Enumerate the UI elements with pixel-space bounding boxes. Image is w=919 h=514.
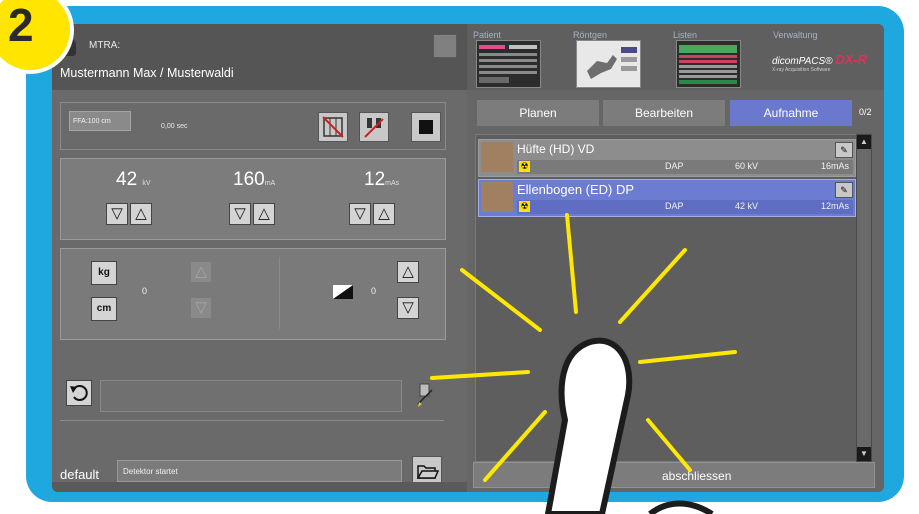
mas-number: 12: [364, 169, 386, 190]
step-number: 2: [8, 0, 34, 51]
weight-button[interactable]: kg: [91, 261, 117, 285]
kv-number: 42: [116, 169, 138, 190]
undo-icon: [70, 385, 88, 401]
exam-item[interactable]: Hüfte (HD) VD ☢ DAP 60 kV 16mAs ✎: [478, 139, 856, 177]
logo-brand-text: DX-R: [835, 52, 868, 67]
tab-thumbnail: [476, 40, 541, 88]
product-logo: dicomPACS® DX-R X-ray Acquisition Softwa…: [772, 52, 867, 73]
exposure-time: 0,00 sec: [161, 123, 188, 130]
profile-label: default: [60, 467, 100, 482]
edit-icon[interactable]: ✎: [835, 142, 853, 158]
message-field: [100, 380, 402, 412]
exposure-panel-inner: FFA:100 cm 0,00 sec 42 kV ▽ △ 160mA ▽ △ …: [60, 102, 446, 470]
tab-thumbnail: [576, 40, 641, 88]
workflow-panel: Planen Bearbeiten Aufnahme 0/2 Hüfte (HD…: [467, 90, 884, 492]
tab-thumbnail: [676, 40, 741, 88]
exam-thumbnail: [481, 142, 513, 172]
exam-item-selected[interactable]: Ellenbogen (ED) DP ☢ DAP 42 kV 12mAs ✎: [478, 179, 856, 217]
tab-label: Verwaltung: [773, 30, 818, 40]
ma-unit: mA: [264, 180, 276, 187]
size-up-button[interactable]: △: [190, 261, 212, 283]
exam-kv: 42 kV: [735, 201, 759, 211]
exam-exposure-info: ☢ DAP 42 kV 12mAs: [517, 200, 853, 214]
tab-bearbeiten[interactable]: Bearbeiten: [603, 100, 725, 126]
tab-patient[interactable]: Patient: [467, 24, 567, 90]
scroll-down-arrow[interactable]: ▼: [857, 447, 871, 461]
exam-mas: 16mAs: [820, 161, 849, 171]
tab-roentgen[interactable]: Röntgen: [567, 24, 667, 90]
divider: [60, 420, 444, 421]
grid-button[interactable]: [318, 112, 348, 142]
radiation-icon: ☢: [519, 161, 530, 172]
logo-small-text: dicomPACS®: [772, 56, 833, 67]
scroll-up-arrow[interactable]: ▲: [857, 135, 871, 149]
exam-counter: 0/2: [859, 107, 872, 117]
size-button[interactable]: cm: [91, 297, 117, 321]
size-down-button[interactable]: ▽: [190, 297, 212, 319]
edit-icon[interactable]: ✎: [835, 182, 853, 198]
density-up-button[interactable]: △: [397, 261, 419, 283]
detector-icon: [364, 118, 384, 138]
exam-mas: 12mAs: [820, 201, 849, 211]
exposure-settings-bar: FFA:100 cm 0,00 sec: [60, 102, 446, 150]
exam-exposure-info: ☢ DAP 60 kV 16mAs: [517, 160, 853, 174]
tab-label: Röntgen: [573, 30, 608, 40]
divider: [279, 257, 280, 329]
kv-unit: kV: [142, 180, 151, 187]
exam-name: Ellenbogen (ED) DP: [517, 182, 635, 197]
tab-planen[interactable]: Planen: [477, 100, 599, 126]
radiation-icon: ☢: [519, 201, 530, 212]
patient-name: Mustermann Max / Musterwaldi: [60, 66, 234, 80]
undo-button[interactable]: [66, 380, 92, 406]
tab-label: Listen: [673, 30, 698, 40]
exam-dap: DAP: [665, 201, 684, 211]
edit-icon[interactable]: [416, 382, 434, 408]
mas-down-button[interactable]: ▽: [349, 203, 371, 225]
header-patient-area: MTRA: Mustermann Max / Musterwaldi: [52, 24, 467, 90]
exam-kv: 60 kV: [735, 161, 759, 171]
finish-button[interactable]: abschliessen: [473, 462, 875, 488]
density-down-button[interactable]: ▽: [397, 297, 419, 319]
ma-down-button[interactable]: ▽: [229, 203, 251, 225]
mas-value: 12mAs: [364, 169, 399, 191]
ma-number: 160: [233, 169, 265, 190]
ma-value: 160mA: [233, 169, 275, 191]
density-value: 0: [371, 286, 377, 296]
exam-name: Hüfte (HD) VD: [517, 142, 595, 156]
tab-listen[interactable]: Listen: [667, 24, 767, 90]
stop-icon: [419, 120, 433, 134]
footer-bar: [52, 482, 467, 492]
exposure-panel: FFA:100 cm 0,00 sec 42 kV ▽ △ 160mA ▽ △ …: [52, 90, 467, 492]
mas-up-button[interactable]: △: [373, 203, 395, 225]
exam-thumbnail: [481, 182, 513, 212]
logo-subtitle: X-ray Acquisition Software: [772, 67, 831, 73]
ma-up-button[interactable]: △: [253, 203, 275, 225]
kv-value: 42 kV: [116, 169, 151, 191]
mas-unit: mAs: [385, 180, 400, 187]
kv-up-button[interactable]: △: [130, 203, 152, 225]
main-navigation: Patient Röntgen Listen Verwaltung dicomP…: [467, 24, 884, 90]
ffa-distance-button[interactable]: FFA:100 cm: [69, 111, 131, 131]
density-icon: [333, 285, 353, 299]
mtra-label: MTRA:: [89, 40, 121, 51]
kv-down-button[interactable]: ▽: [106, 203, 128, 225]
exam-list: Hüfte (HD) VD ☢ DAP 60 kV 16mAs ✎ Ellenb…: [475, 134, 857, 462]
weight-value: 0: [142, 286, 148, 296]
folder-open-icon: [416, 465, 440, 479]
detector-status: Detektor startet: [117, 460, 402, 482]
stop-button[interactable]: [411, 112, 441, 142]
patient-size-panel: kg cm 0 △ ▽ 0 △ ▽: [60, 248, 446, 340]
patient-edit-button[interactable]: [433, 34, 457, 58]
exam-list-scrollbar[interactable]: ▲ ▼: [856, 134, 872, 462]
exposure-parameters: 42 kV ▽ △ 160mA ▽ △ 12mAs ▽ △: [60, 158, 446, 240]
application-window: MTRA: Mustermann Max / Musterwaldi Patie…: [52, 24, 884, 492]
exam-dap: DAP: [665, 161, 684, 171]
tab-aufnahme[interactable]: Aufnahme: [730, 100, 852, 126]
tab-label: Patient: [473, 30, 502, 40]
finish-label: abschliessen: [662, 469, 732, 483]
detector-button[interactable]: [359, 112, 389, 142]
grid-icon: [322, 116, 344, 138]
